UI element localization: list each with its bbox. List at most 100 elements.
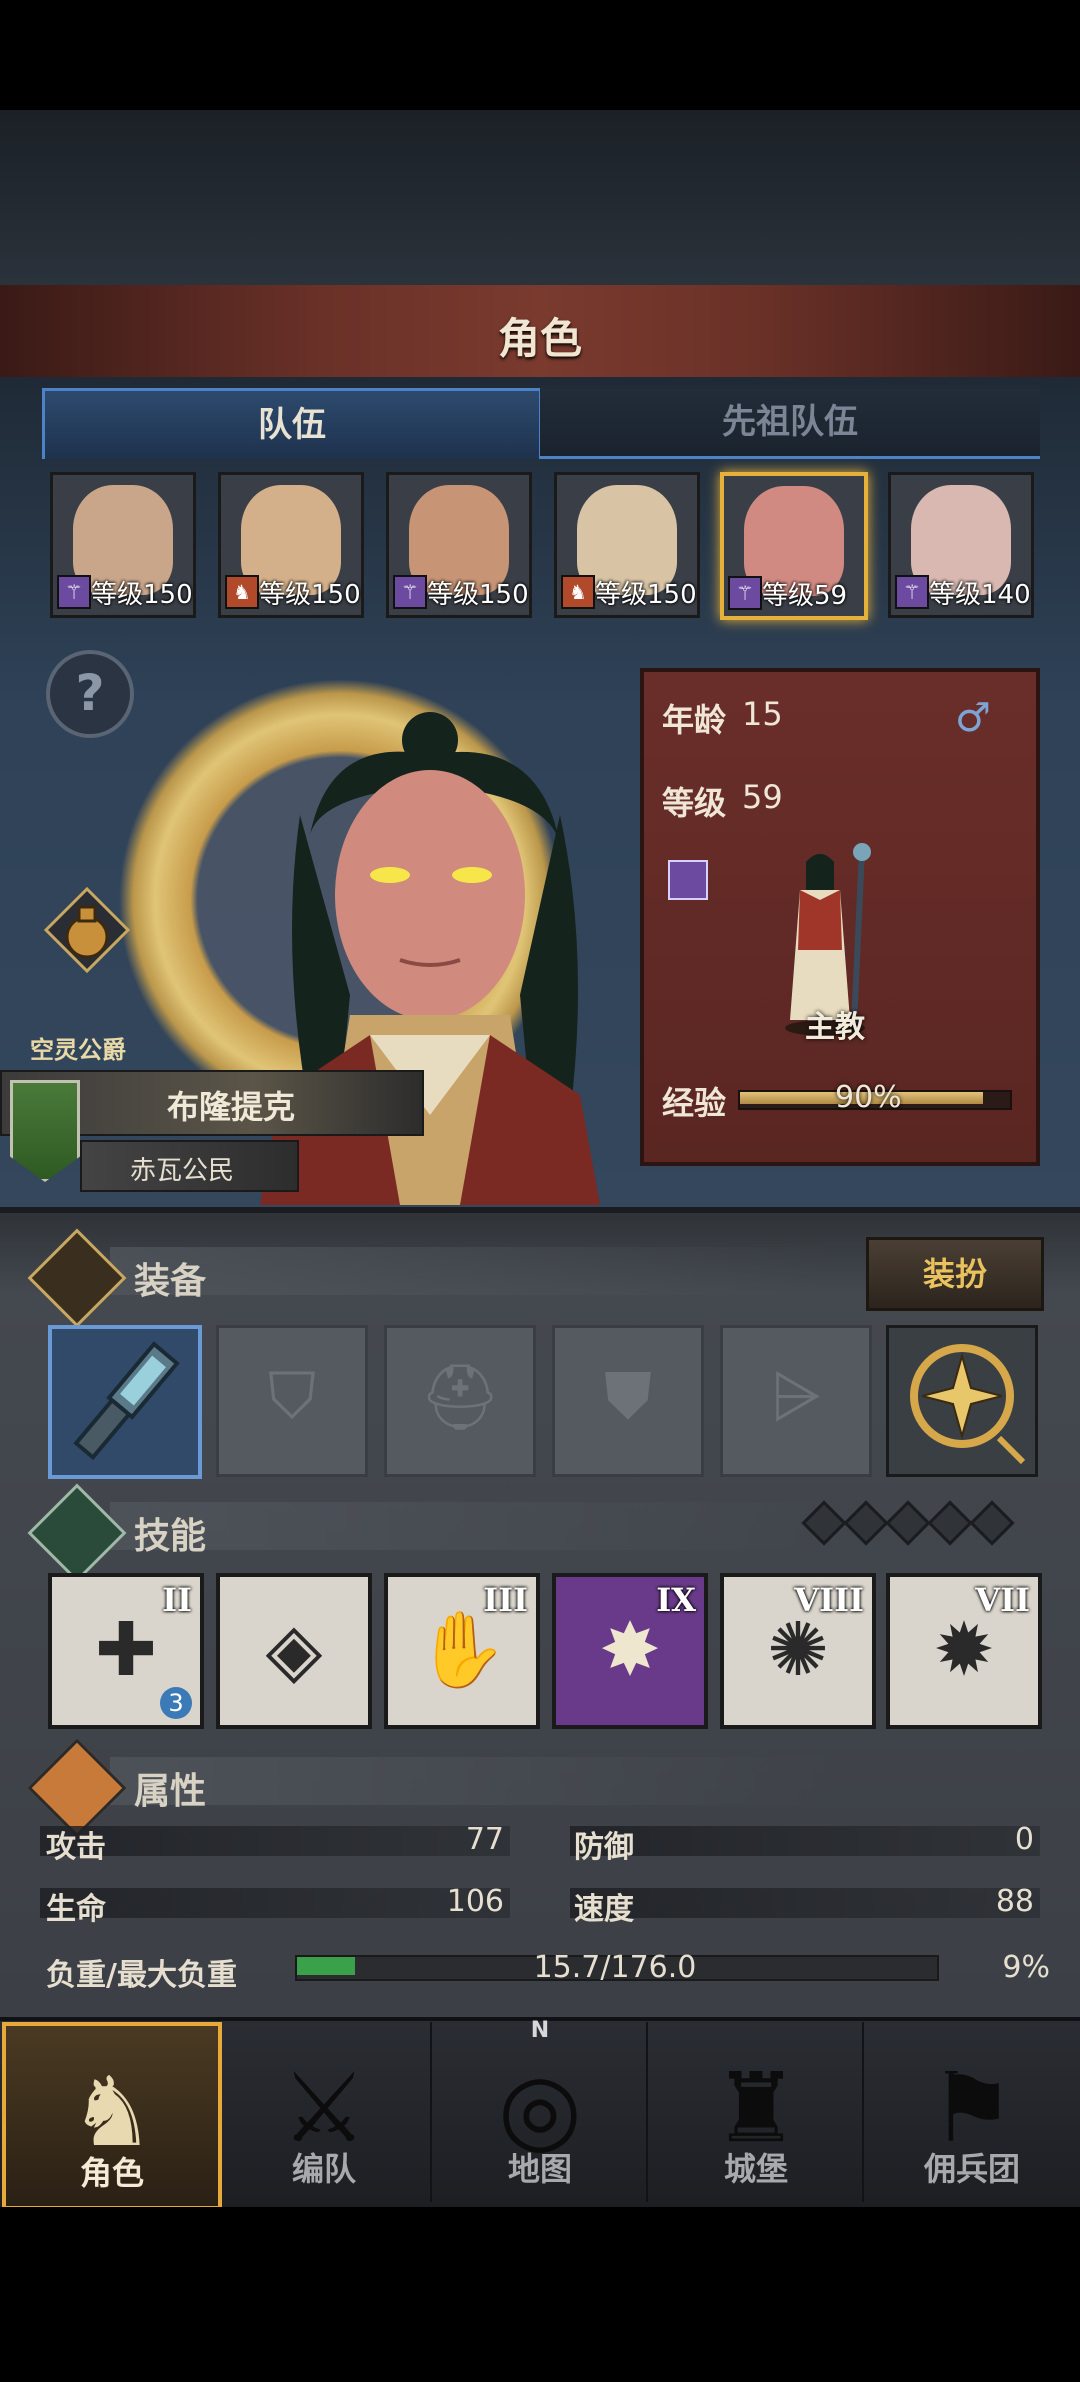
skill-slot-5[interactable]: ✺ VIII — [720, 1573, 876, 1729]
skill-slot-6[interactable]: ✹ VII — [886, 1573, 1042, 1729]
nav-character[interactable]: ♞ 角色 — [2, 2022, 222, 2210]
speed-label: 速度 — [574, 1892, 634, 1927]
weapon-slot[interactable] — [48, 1325, 202, 1479]
compass-north: N — [530, 2018, 550, 2043]
nav-label: 城堡 — [723, 2150, 788, 2188]
noble-title: 空灵公爵 — [30, 1036, 126, 1064]
nav-formation[interactable]: ⚔ 编队 — [218, 2022, 432, 2202]
blessing-hand-icon: ✋ — [415, 1607, 509, 1693]
tab-ancestor-team[interactable]: 先祖队伍 — [540, 388, 1040, 459]
crystal-shrine-icon: ◈ — [265, 1607, 323, 1693]
skill-rank: II — [162, 1581, 192, 1619]
equipment-header-bar — [110, 1247, 830, 1295]
armor-slot[interactable]: ⛊ — [552, 1325, 704, 1477]
level-value: 59 — [742, 778, 783, 816]
heal-cross-icon: ✚ — [94, 1607, 157, 1693]
load-bar-fill — [297, 1957, 355, 1975]
load-percent: 9% — [1002, 1950, 1050, 1985]
tab-team[interactable]: 队伍 — [42, 388, 542, 459]
help-button[interactable]: ? — [46, 650, 134, 738]
age-value: 15 — [742, 695, 783, 733]
helmet-slot[interactable]: ⛑ — [384, 1325, 536, 1477]
skill-rank: III — [483, 1581, 528, 1619]
attack-value: 77 — [465, 1822, 504, 1857]
skill-slot-4[interactable]: ✸ IX — [552, 1573, 708, 1729]
attributes-header-bar — [110, 1757, 830, 1805]
roster-portrait-3[interactable]: ⚚ 等级150 — [386, 472, 532, 618]
skills-title: 技能 — [134, 1516, 207, 1557]
roster-portrait-4[interactable]: ♞ 等级150 — [554, 472, 700, 618]
portrait-level: 等级140 — [929, 580, 1031, 610]
defense-label: 防御 — [574, 1830, 634, 1865]
male-icon: ♂ — [955, 695, 991, 741]
hp-value: 106 — [446, 1884, 504, 1919]
skill-charge-count: 3 — [160, 1687, 192, 1719]
exp-value: 90% — [835, 1080, 902, 1115]
status-bar — [0, 0, 1080, 110]
nav-castle[interactable]: ♜ 城堡 — [650, 2022, 864, 2202]
portrait-level: 等级150 — [91, 580, 193, 610]
staff-icon: ⚚ — [895, 575, 929, 609]
weapon-icon — [73, 1341, 180, 1461]
skill-slot-1[interactable]: ✚ II 3 — [48, 1573, 204, 1729]
load-label: 负重/最大负重 — [46, 1958, 237, 1993]
origin-plate: 赤瓦公民 — [80, 1140, 299, 1192]
nav-label: 编队 — [291, 2150, 356, 2188]
horse-icon: ♞ — [225, 575, 259, 609]
roster-portrait-1[interactable]: ⚚ 等级150 — [50, 472, 196, 618]
nav-label: 佣兵团 — [923, 2150, 1020, 2188]
defense-value: 0 — [1014, 1822, 1034, 1857]
page-title: 角色 — [497, 314, 582, 363]
amulet-icon — [910, 1344, 1026, 1465]
dress-up-button[interactable]: 装扮 — [866, 1237, 1044, 1311]
character-origin: 赤瓦公民 — [130, 1156, 235, 1186]
potion-icon[interactable] — [42, 885, 132, 975]
portrait-level: 等级150 — [595, 580, 697, 610]
armor-icon: ⛊ — [604, 1360, 652, 1434]
explosion-icon: ✹ — [932, 1607, 995, 1693]
staff-icon: ⚚ — [728, 576, 762, 610]
staff-icon: ⚚ — [393, 575, 427, 609]
title-bar: 角色 — [0, 285, 1080, 380]
character-name: 布隆提克 — [167, 1088, 296, 1126]
boots-icon: ⩥ — [770, 1360, 822, 1434]
staff-icon: ⚚ — [57, 575, 91, 609]
shield-icon: ⛉ — [268, 1360, 316, 1434]
skill-slot-2[interactable]: ◈ — [216, 1573, 372, 1729]
boots-slot[interactable]: ⩥ — [720, 1325, 872, 1477]
system-nav-area — [0, 2207, 1080, 2382]
attributes-title: 属性 — [134, 1771, 207, 1812]
portrait-level: 等级59 — [762, 581, 848, 611]
nav-label: 角色 — [79, 2154, 144, 2192]
portrait-level: 等级150 — [427, 580, 529, 610]
nav-label: 地图 — [507, 2150, 572, 2188]
load-value: 15.7/176.0 — [533, 1950, 697, 1985]
skills-header-bar — [110, 1502, 830, 1550]
equipment-title: 装备 — [134, 1261, 207, 1302]
shield-slot[interactable]: ⛉ — [216, 1325, 368, 1477]
age-label: 年龄 — [662, 701, 727, 739]
horse-icon: ♞ — [561, 575, 595, 609]
header-backdrop — [0, 110, 1080, 285]
staff-icon — [668, 860, 708, 900]
shatter-icon: ✺ — [766, 1607, 829, 1693]
amulet-slot[interactable] — [886, 1325, 1038, 1477]
skill-rank: IX — [656, 1581, 696, 1619]
roster-portrait-5-selected[interactable]: ⚚ 等级59 — [720, 472, 868, 620]
roster-portrait-6[interactable]: ⚚ 等级140 — [888, 472, 1034, 618]
roster-portrait-2[interactable]: ♞ 等级150 — [218, 472, 364, 618]
skill-rank: VII — [975, 1581, 1030, 1619]
nav-mercenary[interactable]: ⚑ 佣兵团 — [866, 2022, 1078, 2202]
portrait-level: 等级150 — [259, 580, 361, 610]
skill-rank: VIII — [794, 1581, 864, 1619]
nav-map[interactable]: N ◎ 地图 — [434, 2018, 648, 2202]
hp-label: 生命 — [46, 1892, 106, 1927]
skill-slot-3[interactable]: ✋ III — [384, 1573, 540, 1729]
speed-value: 88 — [995, 1884, 1034, 1919]
burst-icon: ✸ — [598, 1607, 661, 1693]
exp-label: 经验 — [662, 1084, 727, 1122]
class-label: 主教 — [805, 1010, 865, 1045]
helmet-icon: ⛑ — [419, 1361, 501, 1435]
level-label: 等级 — [662, 784, 727, 822]
attack-label: 攻击 — [46, 1830, 106, 1865]
